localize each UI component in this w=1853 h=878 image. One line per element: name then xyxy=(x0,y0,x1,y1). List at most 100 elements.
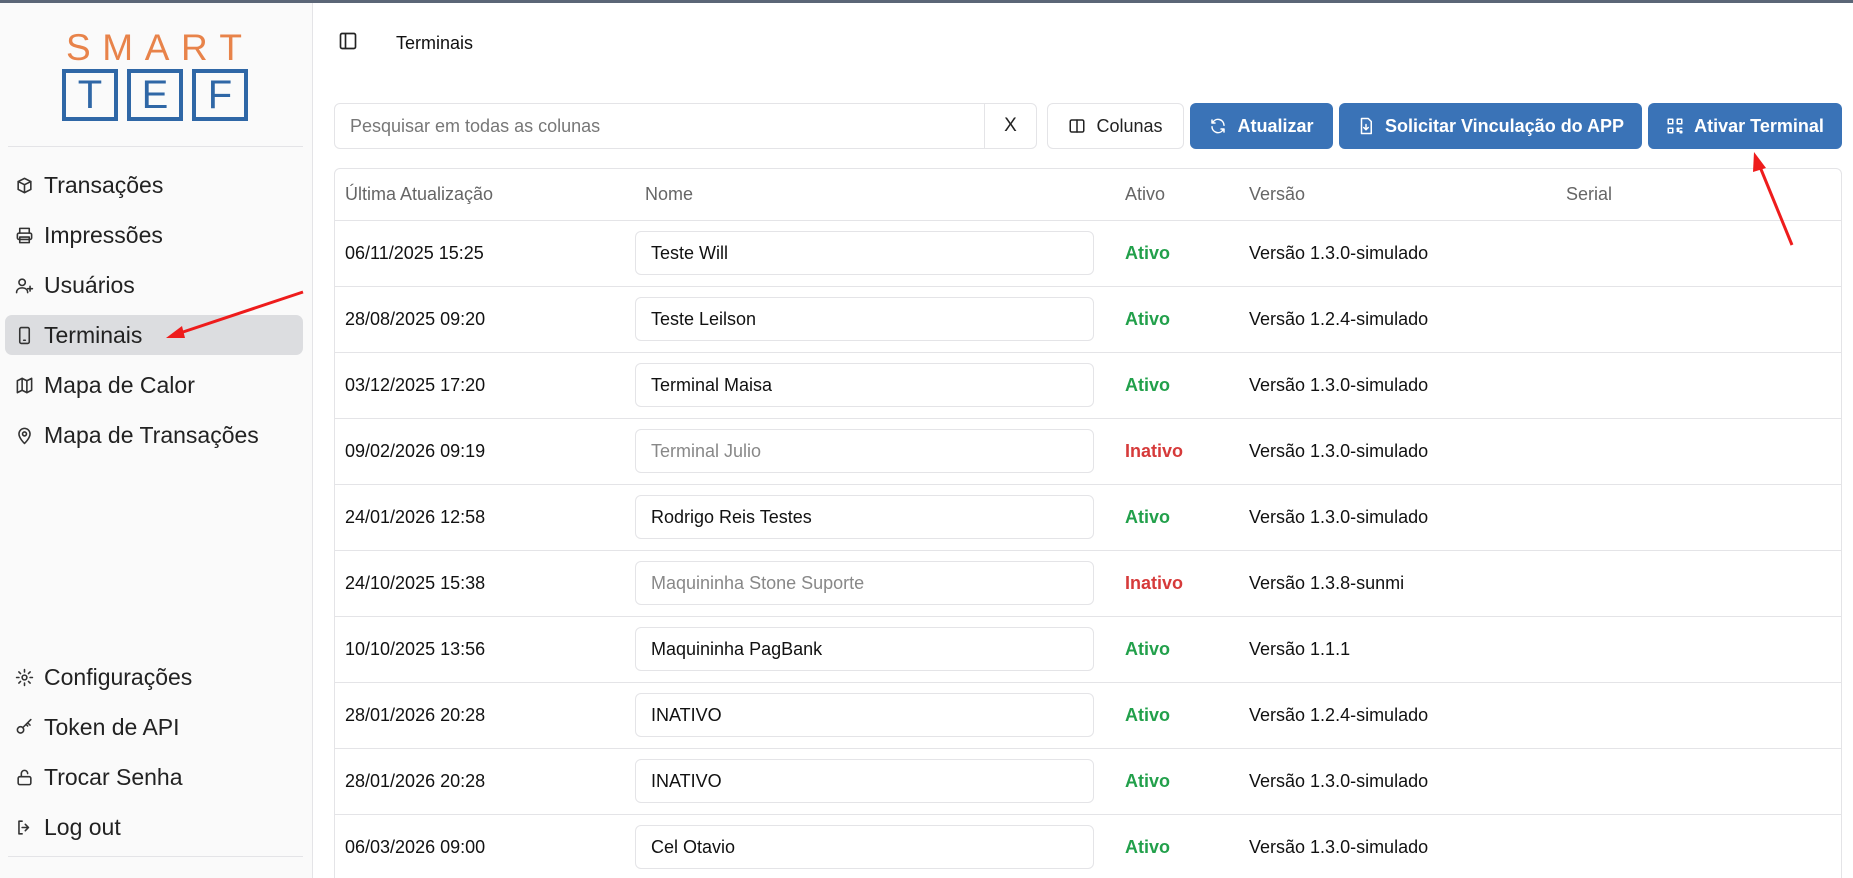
cell-version: Versão 1.1.1 xyxy=(1249,638,1351,659)
printer-icon xyxy=(14,225,34,245)
status-badge: Ativo xyxy=(1125,836,1170,857)
terminal-name-input[interactable] xyxy=(635,825,1094,869)
sidebar-item-label: Mapa de Transações xyxy=(44,421,259,448)
cell-status: Ativo xyxy=(1115,286,1239,352)
cell-name xyxy=(635,352,1115,418)
table-row[interactable]: 28/08/2025 09:20 Ativo Versão 1.2.4-simula… xyxy=(335,286,1841,352)
cell-updated: 24/01/2026 12:58 xyxy=(345,506,486,527)
terminal-name-input[interactable] xyxy=(635,297,1094,341)
cell-status: Ativo xyxy=(1115,484,1239,550)
status-badge: Ativo xyxy=(1125,770,1170,791)
sidebar-nav-bottom: Configurações Token de API Trocar Senha … xyxy=(5,657,303,857)
terminal-name-input[interactable] xyxy=(635,429,1094,473)
terminal-name-input[interactable] xyxy=(635,561,1094,605)
sidebar-item-mapa-de-calor[interactable]: Mapa de Calor xyxy=(5,365,303,405)
search-clear-button[interactable]: X xyxy=(984,104,1036,148)
sidebar-item-log-out[interactable]: Log out xyxy=(5,807,303,847)
table-row[interactable]: 24/01/2026 12:58 Ativo Versão 1.3.0-simula… xyxy=(335,484,1841,550)
sidebar-item-label: Impressões xyxy=(44,221,163,248)
terminal-name-input[interactable] xyxy=(635,495,1094,539)
request-app-link-button[interactable]: Solicitar Vinculação do APP xyxy=(1339,103,1642,149)
sidebar-item-impressoes[interactable]: Impressões xyxy=(5,215,303,255)
qr-code-icon xyxy=(1667,118,1683,134)
table-row[interactable]: 28/01/2026 20:28 Ativo Versão 1.3.0-simula… xyxy=(335,748,1841,814)
cell-updated: 10/10/2025 13:56 xyxy=(345,638,486,659)
activate-terminal-label: Ativar Terminal xyxy=(1694,115,1824,136)
status-badge: Ativo xyxy=(1125,242,1170,263)
column-header-version[interactable]: Versão xyxy=(1239,169,1556,220)
sidebar-item-trocar-senha[interactable]: Trocar Senha xyxy=(5,757,303,797)
cell-updated: 28/01/2026 20:28 xyxy=(345,704,486,725)
sidebar-item-token-de-api[interactable]: Token de API xyxy=(5,707,303,747)
cell-status: Ativo xyxy=(1115,616,1239,682)
status-badge: Inativo xyxy=(1125,440,1184,461)
table-row[interactable]: 24/10/2025 15:38 Inativo Versão 1.3.8-sunm… xyxy=(335,550,1841,616)
terminal-name-input[interactable] xyxy=(635,693,1094,737)
logo-letter: M xyxy=(102,27,134,68)
table-row[interactable]: 09/02/2026 09:19 Inativo Versão 1.3.0-simu… xyxy=(335,418,1841,484)
page-header: Terminais xyxy=(314,3,1853,83)
table-row[interactable]: 06/11/2025 15:25 Ativo Versão 1.3.0-simula… xyxy=(335,220,1841,286)
cell-name xyxy=(635,220,1115,286)
search-input[interactable] xyxy=(335,104,984,148)
sidebar-item-usuarios[interactable]: Usuários xyxy=(5,265,303,305)
refresh-button[interactable]: Atualizar xyxy=(1190,103,1333,149)
table-row[interactable]: 28/01/2026 20:28 Ativo Versão 1.2.4-simula… xyxy=(335,682,1841,748)
status-badge: Ativo xyxy=(1125,374,1170,395)
sidebar-divider-bottom xyxy=(8,856,303,857)
logo-letter: T xyxy=(219,27,242,68)
logo-letter: S xyxy=(66,27,91,68)
cell-version: Versão 1.3.0-simulado xyxy=(1249,770,1429,791)
cell-serial xyxy=(1556,352,1841,418)
status-badge: Ativo xyxy=(1125,506,1170,527)
terminal-name-input[interactable] xyxy=(635,363,1094,407)
sidebar-item-configuracoes[interactable]: Configurações xyxy=(5,657,303,697)
cell-serial xyxy=(1556,748,1841,814)
sidebar-item-label: Usuários xyxy=(44,271,135,298)
search-box: X xyxy=(334,103,1037,149)
cell-serial xyxy=(1556,418,1841,484)
terminal-name-input[interactable] xyxy=(635,759,1094,803)
activate-terminal-button[interactable]: Ativar Terminal xyxy=(1648,103,1842,149)
terminal-name-input[interactable] xyxy=(635,231,1094,275)
refresh-icon xyxy=(1211,118,1226,134)
sidebar: SMART T E F Transações Impressões Usuári… xyxy=(0,3,313,878)
cell-version: Versão 1.3.0-simulado xyxy=(1249,836,1429,857)
column-header-updated[interactable]: Última Atualização xyxy=(335,169,635,220)
smart-tef-logo: SMART T E F xyxy=(62,27,248,124)
sidebar-toggle-button[interactable] xyxy=(338,31,360,53)
panel-left-icon xyxy=(339,32,357,50)
sidebar-divider-top xyxy=(8,146,303,147)
cell-updated: 28/08/2025 09:20 xyxy=(345,308,486,329)
table-row[interactable]: 10/10/2025 13:56 Ativo Versão 1.1.1 xyxy=(335,616,1841,682)
cell-name xyxy=(635,418,1115,484)
column-header-active[interactable]: Ativo xyxy=(1115,169,1239,220)
column-header-serial[interactable]: Serial xyxy=(1556,169,1841,220)
cell-name xyxy=(635,748,1115,814)
map-icon xyxy=(14,375,34,395)
cell-version: Versão 1.2.4-simulado xyxy=(1249,308,1429,329)
table-row[interactable]: 03/12/2025 17:20 Ativo Versão 1.3.0-simula… xyxy=(335,352,1841,418)
cell-serial xyxy=(1556,814,1841,878)
terminals-table: Última Atualização Nome Ativo Versão Ser… xyxy=(334,168,1842,878)
cell-status: Ativo xyxy=(1115,220,1239,286)
logo-letter: R xyxy=(181,27,208,68)
sidebar-item-terminais[interactable]: Terminais xyxy=(5,315,303,355)
cell-serial xyxy=(1556,616,1841,682)
page-title: Terminais xyxy=(396,33,474,53)
column-header-name[interactable]: Nome xyxy=(635,169,1115,220)
sidebar-item-mapa-de-transacoes[interactable]: Mapa de Transações xyxy=(5,415,303,455)
logo-letter: A xyxy=(144,27,170,68)
logo-tef-boxes: T E F xyxy=(62,69,248,121)
cell-name xyxy=(635,286,1115,352)
key-icon xyxy=(14,717,34,737)
terminal-name-input[interactable] xyxy=(635,627,1094,671)
cell-version: Versão 1.3.0-simulado xyxy=(1249,242,1429,263)
sidebar-item-label: Trocar Senha xyxy=(44,763,183,790)
cell-updated: 03/12/2025 17:20 xyxy=(345,374,486,395)
columns-button[interactable]: Colunas xyxy=(1047,103,1184,149)
table-row[interactable]: 06/03/2026 09:00 Ativo Versão 1.3.0-simula… xyxy=(335,814,1841,878)
gear-icon xyxy=(14,667,34,687)
cell-serial xyxy=(1556,550,1841,616)
sidebar-item-transacoes[interactable]: Transações xyxy=(5,165,303,205)
